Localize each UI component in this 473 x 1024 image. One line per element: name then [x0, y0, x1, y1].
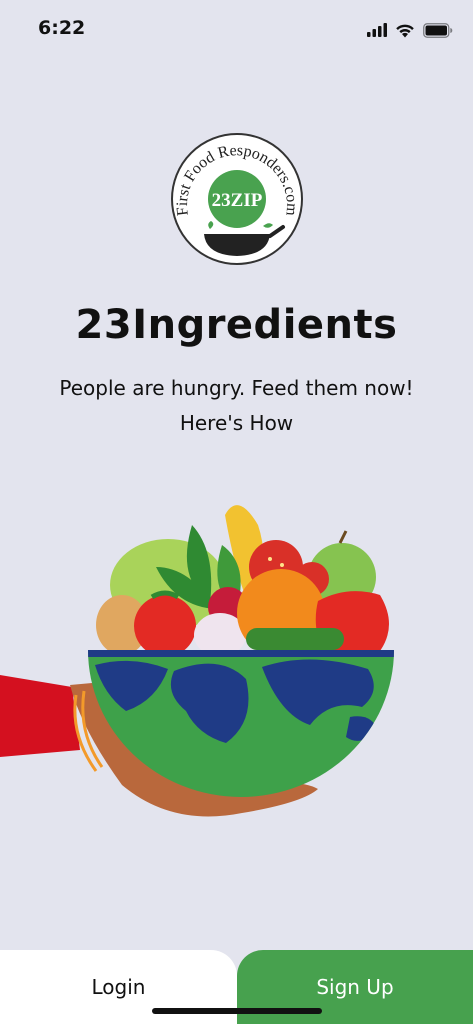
signal-icon	[367, 23, 387, 37]
app-title: 23Ingredients	[75, 302, 398, 348]
battery-icon	[423, 22, 453, 38]
status-time: 6:22	[38, 17, 86, 39]
logo-badge-text: 23ZIP	[212, 190, 263, 211]
wifi-icon	[396, 24, 414, 37]
app-logo: First Food Responders.com 23ZIP	[171, 133, 303, 265]
how-it-works-text: Here's How	[179, 411, 294, 435]
status-bar: 6:22	[0, 0, 473, 58]
home-indicator	[152, 1008, 322, 1014]
status-icons	[367, 20, 453, 40]
globe-bowl-illustration	[0, 505, 394, 817]
tagline: People are hungry. Feed them now!	[59, 376, 414, 400]
